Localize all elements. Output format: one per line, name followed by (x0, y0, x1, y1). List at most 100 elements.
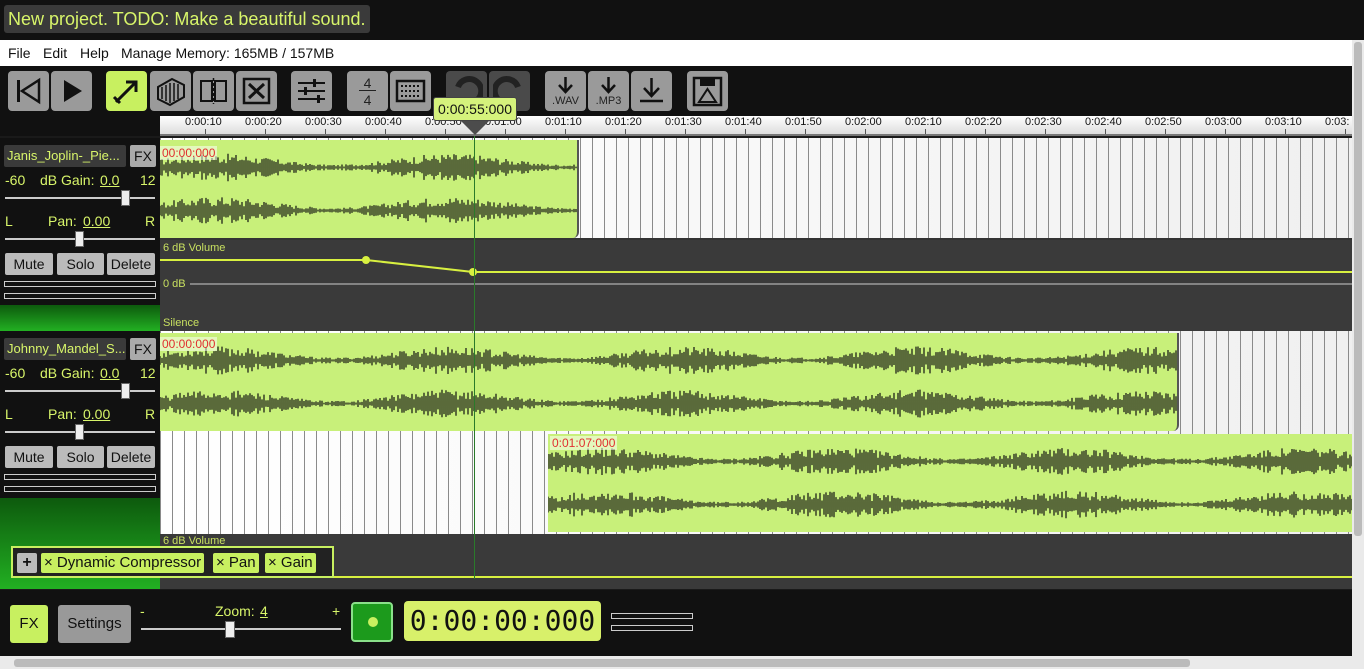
gain-slider[interactable] (5, 390, 155, 392)
zoom-in-label[interactable]: + (332, 603, 340, 619)
download-button[interactable] (631, 71, 672, 111)
zoom-slider[interactable] (141, 628, 341, 630)
mp3-label: .MP3 (595, 95, 622, 107)
time-ruler[interactable]: 0:00:10 0:00:20 0:00:30 0:00:40 0:00:50 0:01:… (160, 116, 1352, 136)
menu-edit[interactable]: Edit (43, 45, 67, 61)
track-1-clip[interactable]: 00:00:000 (160, 140, 579, 238)
ruler-tick-label: 0:00:40 (365, 116, 402, 128)
pan-value[interactable]: 0.00 (83, 213, 110, 229)
track-name[interactable]: Johnny_Mandel_S... (4, 338, 126, 360)
level-meter-left (4, 474, 156, 480)
track-2-waveform (160, 346, 1177, 418)
fx-panel-button[interactable]: FX (10, 605, 48, 643)
vertical-scroll-thumb[interactable] (1354, 42, 1362, 536)
menu-file[interactable]: File (8, 45, 31, 61)
ribbon-cut-icon (157, 77, 185, 107)
track-fx-button[interactable]: FX (130, 145, 156, 167)
pan-left-label: L (5, 406, 13, 422)
add-effect-button[interactable]: + (17, 553, 37, 573)
gain-value[interactable]: 0.0 (100, 172, 119, 188)
envelope-point[interactable] (362, 256, 370, 264)
ribbon-tool-button[interactable] (150, 71, 191, 111)
pan-right-label: R (145, 213, 156, 229)
ruler-tick-label: 0:02:50 (1145, 116, 1182, 128)
time-signature-button[interactable]: 4 4 (347, 71, 388, 111)
metronome-button[interactable] (390, 71, 431, 111)
effect-pan[interactable]: × Pan (213, 553, 259, 573)
export-wav-button[interactable]: .WAV (545, 71, 586, 111)
pan-value[interactable]: 0.00 (83, 406, 110, 422)
gain-slider-handle[interactable] (121, 383, 130, 399)
menu-manage-memory[interactable]: Manage Memory: 165MB / 157MB (121, 45, 334, 61)
playhead-marker[interactable] (461, 121, 489, 135)
zoom-value[interactable]: 4 (260, 603, 268, 619)
mixer-button[interactable] (291, 71, 332, 111)
save-to-drive-button[interactable] (687, 71, 728, 111)
zoom-slider-handle[interactable] (225, 621, 235, 638)
project-title[interactable]: New project. TODO: Make a beautiful soun… (4, 5, 370, 33)
ruler-tick-mark (1165, 129, 1166, 134)
mute-button[interactable]: Mute (5, 446, 53, 468)
track-1-volume-envelope[interactable]: 6 dB Volume 0 dB Silence (160, 240, 1352, 331)
delete-tool-button[interactable] (236, 71, 277, 111)
track-2-clip-2[interactable]: 0:01:07:000 (548, 434, 1352, 532)
download-mp3-icon (601, 77, 616, 94)
track-name[interactable]: Janis_Joplin-_Pie... (4, 145, 126, 167)
gain-slider[interactable] (5, 197, 155, 199)
pan-slider-handle[interactable] (75, 424, 84, 440)
split-tool-button[interactable] (193, 71, 234, 111)
ruler-tick-mark (805, 129, 806, 134)
level-meter-left (4, 281, 156, 287)
mute-button[interactable]: Mute (5, 253, 53, 275)
playhead-line[interactable] (474, 136, 475, 579)
ruler-tick-mark (745, 129, 746, 134)
cursor-time-tooltip: 0:00:55:000 (433, 97, 517, 121)
gain-label: dB Gain: (40, 172, 95, 188)
menu-help[interactable]: Help (80, 45, 109, 61)
ruler-tick-mark (985, 129, 986, 134)
track-2-clip-2-waveform (548, 447, 1352, 519)
effect-gain[interactable]: × Gain (265, 553, 316, 573)
track-fx-button[interactable]: FX (130, 338, 156, 360)
ruler-tick-mark (565, 129, 566, 134)
settings-button[interactable]: Settings (58, 605, 131, 643)
vertical-scrollbar[interactable] (1352, 40, 1364, 669)
play-button[interactable] (51, 71, 92, 111)
effect-dynamic-compressor[interactable]: × Dynamic Compressor (41, 553, 205, 573)
envelope-point[interactable] (469, 268, 477, 276)
ruler-tick-label: 0:00:20 (245, 116, 282, 128)
solo-button[interactable]: Solo (57, 446, 104, 468)
timeline[interactable]: 00:00:000 6 dB Volume 0 dB Silence 00:00… (160, 138, 1352, 589)
ruler-tick-label: 0:02:30 (1025, 116, 1062, 128)
delete-track-button[interactable]: Delete (107, 253, 155, 275)
select-tool-button[interactable] (106, 71, 147, 111)
ruler-tick-label: 0:03:00 (1205, 116, 1242, 128)
horizontal-scrollbar[interactable] (0, 656, 1352, 669)
track-2-volume-envelope[interactable]: 6 dB Volume (160, 534, 1352, 589)
ruler-tick-label: 0:03:10 (1265, 116, 1302, 128)
gain-value[interactable]: 0.0 (100, 365, 119, 381)
delete-track-button[interactable]: Delete (107, 446, 155, 468)
ruler-tick-mark (325, 129, 326, 134)
horizontal-scroll-thumb[interactable] (14, 659, 1190, 667)
download-wav-icon (558, 77, 573, 94)
gain-label: dB Gain: (40, 365, 95, 381)
save-drive-icon (692, 76, 723, 107)
gain-max: 12 (140, 365, 156, 381)
skip-to-start-button[interactable] (8, 71, 49, 111)
record-button[interactable] (351, 602, 393, 642)
track-2-clip[interactable]: 00:00:000 (160, 333, 1179, 431)
download-icon (640, 78, 663, 103)
gain-slider-handle[interactable] (121, 190, 130, 206)
gain-min: -60 (5, 365, 26, 381)
ruler-tick-label: 0:01:40 (725, 116, 762, 128)
ruler-tick-mark (445, 129, 446, 134)
track-1-gutter (0, 305, 160, 331)
zoom-out-label[interactable]: - (140, 603, 145, 619)
ruler-tick-mark (625, 129, 626, 134)
solo-button[interactable]: Solo (57, 253, 104, 275)
record-icon (368, 617, 378, 627)
pan-slider-handle[interactable] (75, 231, 84, 247)
pan-left-label: L (5, 213, 13, 229)
export-mp3-button[interactable]: .MP3 (588, 71, 629, 111)
